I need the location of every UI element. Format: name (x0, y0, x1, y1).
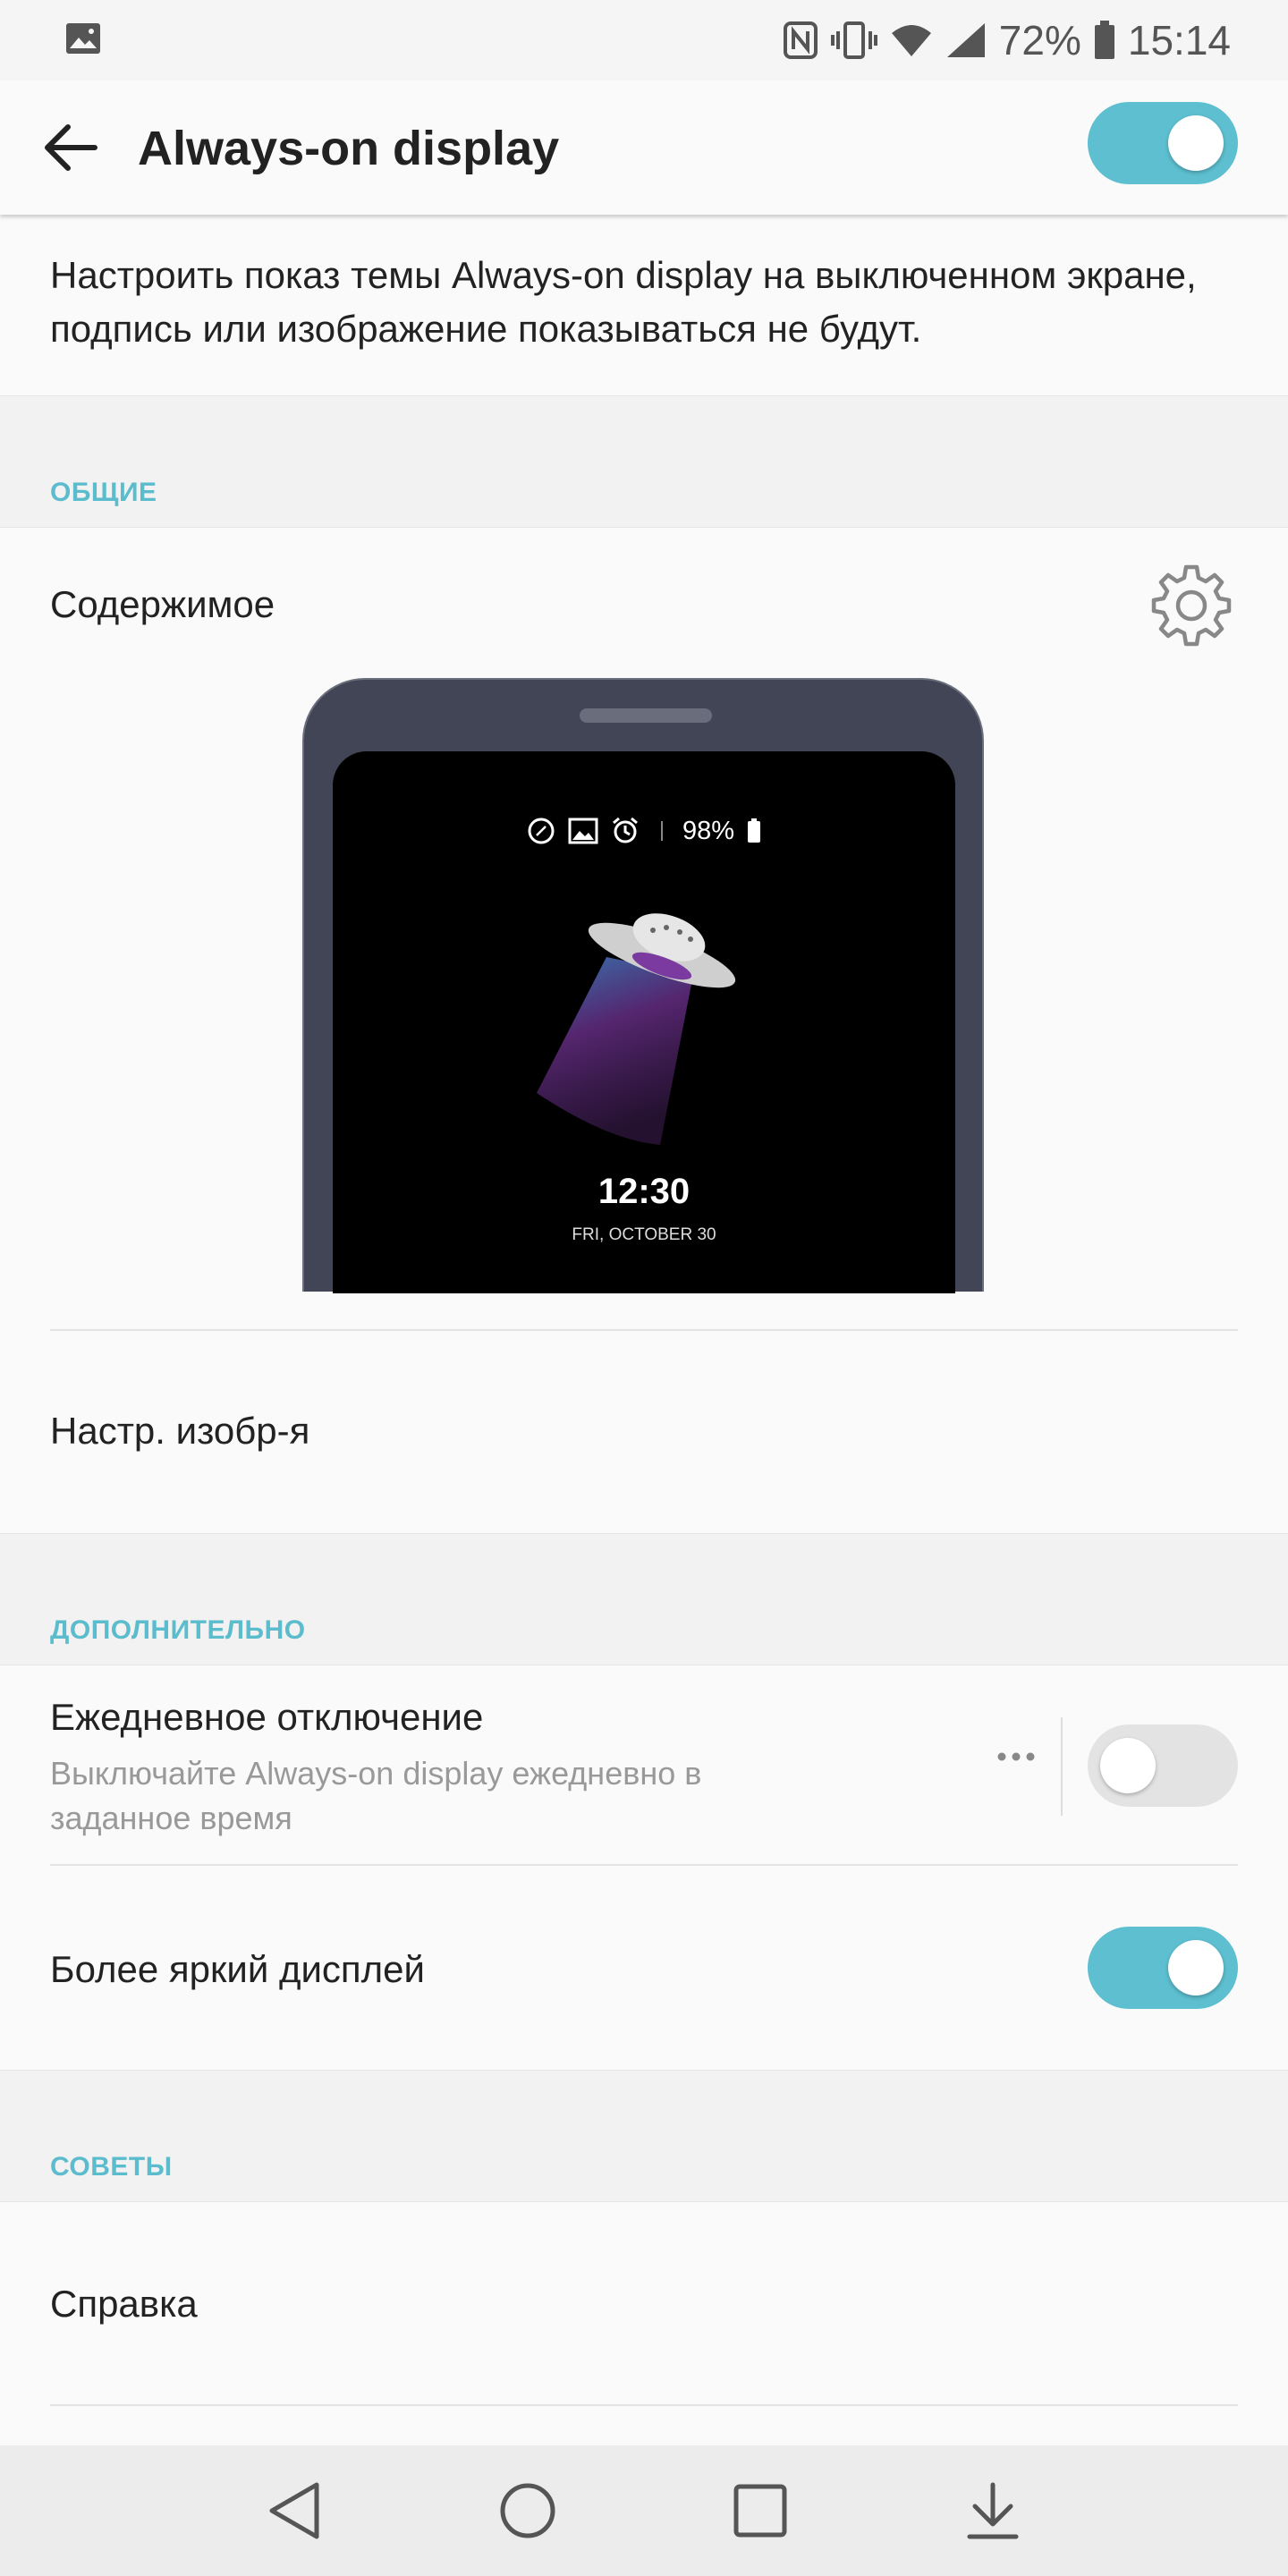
back-button[interactable] (36, 113, 106, 182)
image-settings-label: Настр. изобр-я (50, 1410, 310, 1452)
vertical-divider (1061, 1717, 1063, 1816)
back-icon (269, 2482, 319, 2539)
aod-divider (660, 821, 663, 841)
ufo-illustration (537, 913, 736, 1145)
speaker-slot (580, 708, 712, 723)
nav-back-button[interactable] (255, 2470, 335, 2551)
aod-battery-icon (748, 818, 761, 843)
description-text: Настроить показ темы Always-on display н… (50, 254, 1197, 350)
master-toggle[interactable] (1088, 102, 1238, 184)
nav-home-button[interactable] (487, 2470, 568, 2551)
aod-battery-percent: 98% (682, 816, 735, 845)
aod-clock: 12:30 (597, 1172, 691, 1211)
aod-date: FRI, OCTOBER 30 (572, 1225, 716, 1244)
toggle-knob (1168, 1940, 1224, 1996)
aod-alarm-icon (613, 817, 638, 843)
content-label: Содержимое (50, 583, 275, 625)
toggle-knob (1168, 115, 1224, 171)
status-icons: 72% 15:14 (783, 9, 1231, 72)
section-header-tips: СОВЕТЫ (50, 2152, 173, 2182)
signal-icon (945, 21, 987, 59)
section-band-tips (0, 2070, 1288, 2202)
aod-preview[interactable]: 98% 12:30 FRI, OCTOBER 30 (302, 678, 984, 1293)
aod-preview-screen: 98% 12:30 FRI, OCTOBER 30 (333, 751, 955, 1293)
nav-notification-button[interactable] (953, 2470, 1033, 2551)
notification-drawer-icon (967, 2482, 1019, 2539)
wifi-icon (890, 22, 933, 58)
brighter-display-toggle[interactable] (1088, 1927, 1238, 2009)
home-icon (500, 2483, 555, 2538)
daily-off-subtitle: Выключайте Always-on display ежедневно в… (50, 1755, 702, 1836)
recents-icon (733, 2484, 787, 2538)
more-options-icon[interactable] (995, 1748, 1038, 1766)
help-label: Справка (50, 2283, 198, 2325)
vibrate-icon (830, 21, 877, 60)
gear-icon[interactable] (1148, 562, 1234, 648)
page-title: Always-on display (138, 122, 560, 175)
battery-percent: 72% (998, 17, 1081, 64)
brighter-display-title: Более яркий дисплей (50, 1948, 425, 1990)
aod-notification-icon (528, 818, 555, 844)
app-bar: Always-on display (0, 80, 1288, 215)
daily-off-title: Ежедневное отключение (50, 1696, 484, 1738)
daily-off-toggle[interactable] (1088, 1724, 1238, 1807)
nav-recents-button[interactable] (720, 2470, 801, 2551)
section-header-additional: ДОПОЛНИТЕЛЬНО (50, 1615, 306, 1645)
divider (50, 2404, 1238, 2406)
aod-status-row: 98% (333, 816, 955, 846)
back-arrow-icon (45, 124, 97, 171)
navigation-bar (0, 2445, 1288, 2576)
nfc-icon (783, 21, 818, 60)
toggle-knob (1100, 1738, 1156, 1793)
battery-icon (1094, 21, 1115, 60)
status-bar: 72% 15:14 (0, 0, 1288, 80)
section-band-general (0, 395, 1288, 528)
image-icon (64, 20, 102, 57)
section-header-general: ОБЩИЕ (50, 478, 157, 507)
status-time: 15:14 (1127, 17, 1231, 64)
aod-image-icon (568, 818, 598, 844)
